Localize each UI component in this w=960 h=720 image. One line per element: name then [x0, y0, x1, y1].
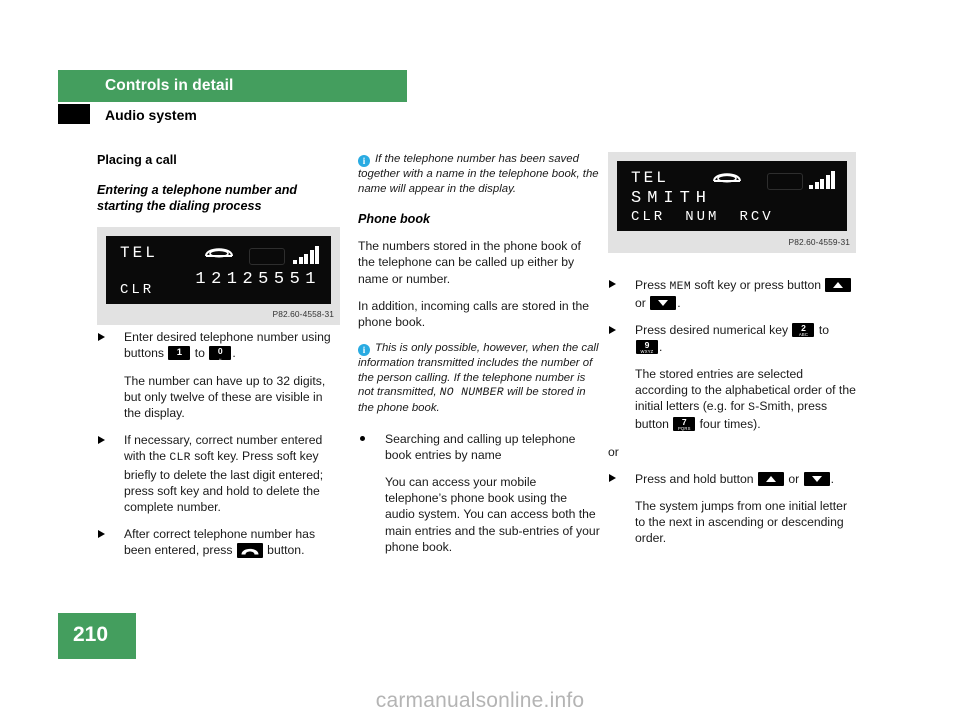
keypad-key-2-icon[interactable]: 2 ABC — [792, 323, 815, 338]
right-instruction-list: Press MEM soft key or press button or . P… — [608, 277, 856, 547]
lcd-softkey-clr: CLR — [631, 208, 666, 225]
instruction-detail: The number can have up to 32 digits, but… — [124, 373, 326, 421]
figure-caption: P82.60-4558-31 — [272, 309, 334, 319]
info-note-saved-name: i If the telephone number has been saved … — [358, 152, 600, 196]
lcd-phonebook-name: SMITH — [631, 189, 713, 208]
instruction-step: Press and hold button or . — [608, 471, 856, 487]
arrow-bullet-icon — [98, 435, 105, 444]
section-marker — [58, 104, 90, 124]
inline-display-text: S — [748, 402, 756, 415]
keypad-key-0-icon[interactable]: 0 ␣ — [209, 346, 232, 361]
watermark: carmanualsonline.info — [375, 689, 585, 712]
key-letters: ␣ — [218, 355, 222, 361]
triangle-up-icon — [765, 475, 776, 482]
chapter-header-band: Controls in detail — [58, 70, 407, 102]
signal-bars-icon — [293, 246, 319, 265]
instruction-detail: The stored entries are selected accordin… — [635, 366, 856, 432]
triangle-up-icon — [833, 282, 844, 288]
key-digit: 1 — [176, 347, 183, 359]
figure-phonebook-display: TEL SMITH CLR NUM RCV P82.60-4559-31 — [608, 152, 856, 253]
lcd-softkey-row: CLR NUM RCV — [631, 209, 837, 225]
inline-display-text: MEM — [669, 281, 691, 293]
keypad-key-1-icon[interactable]: 1 — [168, 346, 191, 361]
left-column: Placing a call Entering a telephone numb… — [97, 152, 340, 570]
right-column: TEL SMITH CLR NUM RCV P82.60-4559-31 Press… — [608, 152, 856, 558]
chapter-title: Controls in detail — [105, 77, 234, 94]
instruction-detail: The system jumps from one initial letter… — [635, 499, 848, 546]
page-number-block: 210 — [58, 613, 136, 659]
arrow-up-key-icon[interactable] — [757, 471, 784, 486]
arrow-bullet-icon — [98, 332, 105, 341]
arrow-down-key-icon[interactable] — [803, 471, 830, 486]
page-number: 210 — [73, 623, 109, 646]
lcd-tel-label: TEL — [631, 169, 669, 187]
lcd-softkey-rcv: RCV — [739, 208, 774, 225]
instruction-step: After correct telephone number has been … — [97, 526, 340, 558]
placing-a-call-heading: Placing a call — [97, 153, 177, 167]
info-note-text: If the telephone number has been saved t… — [358, 153, 599, 195]
phone-handset-icon — [712, 167, 742, 188]
alternative-separator: or — [608, 444, 619, 459]
arrow-bullet-icon — [609, 325, 616, 334]
keypad-key-7-icon[interactable]: 7 PQRS — [673, 417, 696, 432]
lcd-ghost-indicator — [767, 173, 803, 190]
lcd-softkey-clr: CLR — [120, 282, 155, 298]
section-title: Audio system — [105, 107, 197, 123]
arrow-bullet-icon — [609, 280, 616, 289]
instruction-step: Press desired numerical key 2 ABC to 9 WXY… — [608, 322, 856, 354]
lcd-tel-label: TEL — [120, 244, 158, 263]
key-letters: ABC — [798, 332, 809, 338]
info-note-mono: NO NUMBER — [439, 387, 504, 400]
instruction-step: If necessary, correct number entered wit… — [97, 432, 340, 515]
phone-book-heading: Phone book — [358, 212, 431, 227]
bullet-search-call-up: Searching and calling up telephone book … — [358, 431, 600, 463]
phone-receiver-key-icon[interactable] — [236, 542, 263, 558]
signal-bars-icon — [809, 171, 835, 189]
arrow-bullet-icon — [609, 474, 616, 483]
inline-display-text: CLR — [169, 452, 191, 465]
arrow-down-key-icon[interactable] — [650, 296, 677, 311]
key-letters: WXYZ — [640, 348, 654, 354]
key-letters: PQRS — [677, 426, 691, 432]
left-instruction-list: Enter desired telephone number using but… — [97, 329, 340, 558]
phone-book-para-1: The numbers stored in the phone book of … — [358, 239, 581, 286]
arrow-up-key-icon[interactable] — [825, 278, 852, 292]
triangle-down-icon — [658, 300, 669, 307]
lcd-ghost-indicator — [249, 248, 285, 266]
lcd-softkey-num: NUM — [685, 208, 720, 225]
lcd-screen-dialing: TEL 12125551 CLR — [106, 236, 331, 305]
keypad-key-9-icon[interactable]: 9 WXYZ — [636, 339, 658, 354]
figure-dialing-display: TEL 12125551 CLR P82.60-4558-31 — [97, 227, 340, 326]
phone-handset-icon — [204, 242, 234, 263]
instruction-step: Enter desired telephone number using but… — [97, 329, 340, 361]
triangle-down-icon — [811, 475, 822, 482]
bullet-label: Searching and calling up telephone book … — [385, 431, 576, 462]
info-note-call-info: i This is only possible, however, when th… — [358, 341, 600, 415]
arrow-bullet-icon — [98, 529, 105, 538]
bullet-search-body: You can access your mobile telephone’s p… — [385, 474, 600, 554]
instruction-step: Press MEM soft key or press button or . — [608, 277, 856, 311]
middle-column: i If the telephone number has been saved … — [358, 152, 600, 566]
figure-caption: P82.60-4559-31 — [788, 236, 850, 247]
info-icon: i — [358, 155, 370, 167]
lcd-softkey-row: CLR — [120, 282, 321, 298]
lcd-screen-phonebook: TEL SMITH CLR NUM RCV — [617, 161, 847, 231]
entering-number-subheading: Entering a telephone number and starting… — [97, 183, 298, 214]
phone-book-para-2: In addition, incoming calls are stored i… — [358, 298, 590, 329]
info-icon: i — [358, 344, 370, 357]
bullet-dot-icon — [360, 435, 365, 441]
